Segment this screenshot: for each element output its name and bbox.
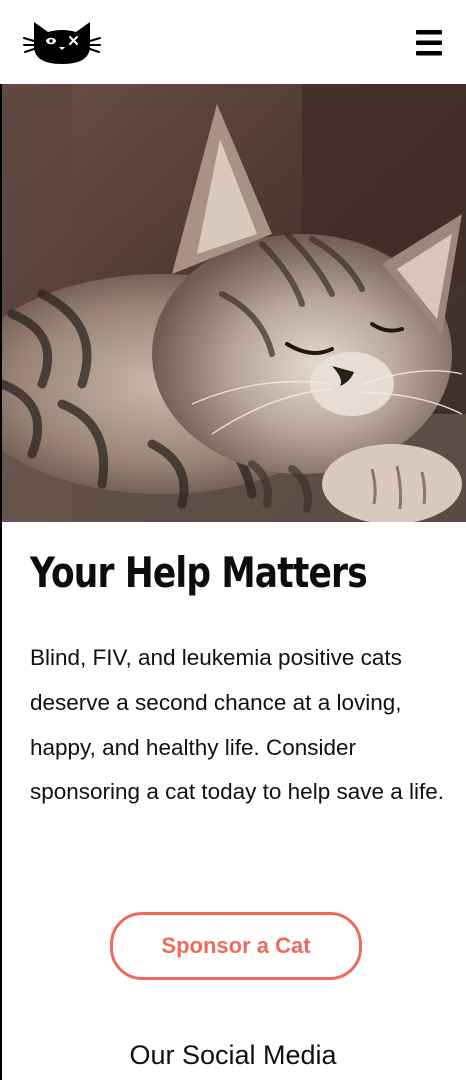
cat-face-logo-icon[interactable] xyxy=(22,16,102,70)
page-title: Your Help Matters xyxy=(30,548,368,597)
site-header xyxy=(0,0,466,84)
sleeping-tabby-kitten-photo xyxy=(2,84,466,522)
hero-image xyxy=(2,84,466,522)
sponsor-cat-button[interactable]: Sponsor a Cat xyxy=(110,912,362,980)
social-media-heading: Our Social Media xyxy=(129,1040,337,1070)
hamburger-menu-icon[interactable] xyxy=(410,26,448,60)
intro-paragraph: Blind, FIV, and leukemia positive cats d… xyxy=(30,645,445,805)
